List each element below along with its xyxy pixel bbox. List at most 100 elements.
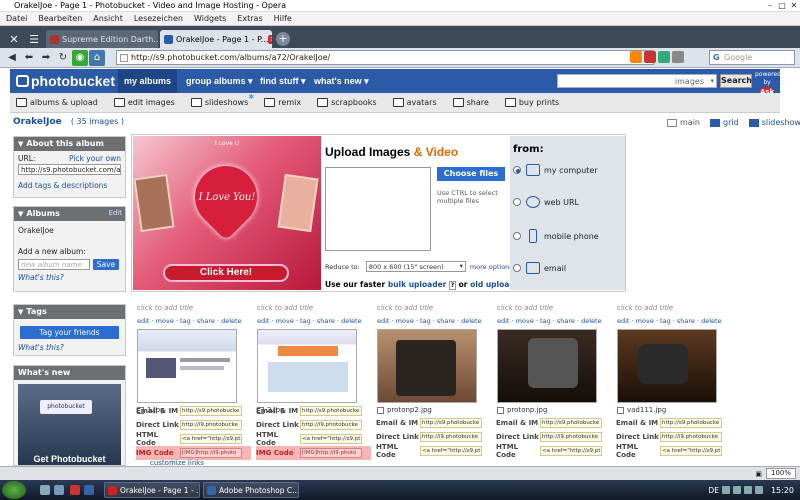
nav-my-albums[interactable]: my albums [118,69,178,93]
tools-icon[interactable]: ✕ [4,30,24,48]
photobucket-search-input[interactable]: images ▾ [557,74,717,88]
search-field[interactable]: G Google [709,50,795,65]
new-tab-button[interactable]: + [276,32,290,46]
add-title-link[interactable]: click to add title [497,304,609,312]
minimize-button[interactable]: – [764,0,776,11]
direct-link-field[interactable]: http://i9.photobucke [180,420,242,430]
thumb-actions[interactable]: edit · move · tag · share · delete [497,317,609,325]
view-grid[interactable]: grid [710,118,739,127]
extension-icon[interactable] [658,51,670,63]
subnav-slideshows[interactable]: slideshows ✱ [190,93,254,107]
thumb-actions[interactable]: edit · move · tag · share · delete [257,317,369,325]
album-url-field[interactable]: http://s9.photobucket.com/albums/a72/Ora… [18,164,121,175]
zoom-control[interactable]: ▣ 100% [755,468,796,479]
tab-orakeljoe[interactable]: OrakelJoe - Page 1 - P... × [160,30,272,48]
username-link[interactable]: OrakelJoe [13,117,62,127]
source-web-url[interactable]: web URL [513,196,579,208]
tray-icon[interactable] [732,486,741,494]
subnav-albums-upload[interactable]: albums & upload [16,98,98,107]
tags-whats-this-link[interactable]: What's this? [18,343,121,352]
menu-datei[interactable]: Datei [6,14,27,23]
maximize-button[interactable]: □ [776,0,788,11]
ask-badge[interactable]: powered by Ask [755,71,781,97]
albums-edit-link[interactable]: Edit [108,209,122,217]
select-checkbox[interactable] [617,406,624,414]
more-options-link[interactable]: more options [470,263,513,271]
current-album[interactable]: OrakelJoe [18,226,121,235]
html-code-field[interactable]: <a href="http://s9.pt [540,446,602,456]
start-button[interactable] [2,481,26,499]
reload-icon[interactable]: ↻ [55,50,71,66]
email-im-field[interactable]: http://s9.photobucke [180,406,242,416]
save-album-button[interactable]: Save [93,259,119,270]
html-code-field[interactable]: <a href="http://s9.pt [660,446,722,456]
zoom-level[interactable]: 100% [766,468,796,479]
taskbar-opera-button[interactable]: OrakelJoe - Page 1 - ... [104,482,200,498]
clock[interactable]: 15:20 [771,486,794,495]
thumbnail-image[interactable] [617,329,717,403]
forward-icon[interactable]: ➡ [38,50,54,66]
menu-hilfe[interactable]: Hilfe [274,14,292,23]
jeans-promo-image[interactable]: photobucket Get Photobucket [18,384,121,465]
menu-lesezeichen[interactable]: Lesezeichen [134,14,183,23]
tray-icon[interactable] [743,486,752,494]
radio[interactable] [513,232,521,240]
bulk-uploader-link[interactable]: bulk uploader [388,280,447,289]
menu-widgets[interactable]: Widgets [194,14,226,23]
photoshop-quicklaunch-icon[interactable] [84,485,94,495]
html-code-field[interactable]: <a href="http://s9.pt [420,446,482,456]
switch-windows-icon[interactable] [54,485,64,495]
menu-ansicht[interactable]: Ansicht [93,14,123,23]
help-icon[interactable]: ? [449,281,456,290]
language-indicator[interactable]: DE [708,486,719,495]
email-im-field[interactable]: http://s9.photobucke [660,418,722,428]
pick-your-own-link[interactable]: Pick your own [69,154,121,163]
tab-supreme-edition[interactable]: Supreme Edition Darth... [46,30,158,48]
select-checkbox[interactable] [497,406,504,414]
thumb-actions[interactable]: edit · move · tag · share · delete [377,317,489,325]
nav-whats-new[interactable]: what's new ▾ [308,69,375,93]
direct-link-field[interactable]: http://i9.photobucke [420,432,482,442]
address-bar[interactable]: http://s9.photobucket.com/albums/a72/Ora… [116,50,654,65]
subnav-remix[interactable]: remix [264,98,301,107]
albums-header[interactable]: ▼ Albums Edit [14,207,125,221]
file-drop-area[interactable] [325,167,431,251]
thumbnail-image[interactable] [257,329,357,403]
back-arrow-icon[interactable]: ⬅ [21,50,37,66]
bookmark-icon[interactable] [644,51,656,63]
albums-whats-this-link[interactable]: What's this? [18,273,121,282]
subnav-buy-prints[interactable]: buy prints [504,98,559,107]
close-window-button[interactable]: ✕ [788,0,800,11]
thumbnail-image[interactable] [137,329,237,403]
add-title-link[interactable]: click to add title [137,304,249,312]
opera-quicklaunch-icon[interactable] [70,485,80,495]
promo-click-here-button[interactable]: Click Here! [163,264,289,282]
home-icon[interactable]: ⌂ [89,49,105,66]
html-code-field[interactable]: <a href="http://s9.pt [300,434,362,444]
reduce-select[interactable]: 800 x 600 (15" screen) [365,261,466,272]
menu-extras[interactable]: Extras [237,14,262,23]
thumb-actions[interactable]: edit · move · tag · share · delete [137,317,249,325]
add-title-link[interactable]: click to add title [377,304,489,312]
thumbnail-image[interactable] [377,329,477,403]
nav-find-stuff[interactable]: find stuff ▾ [254,69,312,93]
volume-icon[interactable] [754,486,763,494]
choose-files-button[interactable]: Choose files [437,167,505,181]
subnav-edit-images[interactable]: edit images [113,98,175,107]
direct-link-field[interactable]: http://i9.photobucke [660,432,722,442]
photobucket-logo[interactable]: photobucket [16,73,115,89]
page-view-icon[interactable]: ▣ [755,470,762,478]
email-im-field[interactable]: http://s9.photobucke [300,406,362,416]
new-album-input[interactable]: new album name [18,259,90,270]
img-code-field[interactable]: [IMG]http://i9.photo [300,448,362,458]
tags-header[interactable]: ▼ Tags [14,305,125,319]
radio-selected[interactable] [513,166,521,174]
valentine-promo-banner[interactable]: I Love U I Love You! Click Here! [133,136,321,290]
thumbnail-image[interactable] [497,329,597,403]
direct-link-field[interactable]: http://i9.photobucke [540,432,602,442]
whats-new-header[interactable]: What's new [14,366,125,380]
source-my-computer[interactable]: my computer [513,164,598,176]
wand-icon[interactable] [672,51,684,63]
source-mobile-phone[interactable]: mobile phone [513,229,599,243]
thumb-actions[interactable]: edit · move · tag · share · delete [617,317,729,325]
